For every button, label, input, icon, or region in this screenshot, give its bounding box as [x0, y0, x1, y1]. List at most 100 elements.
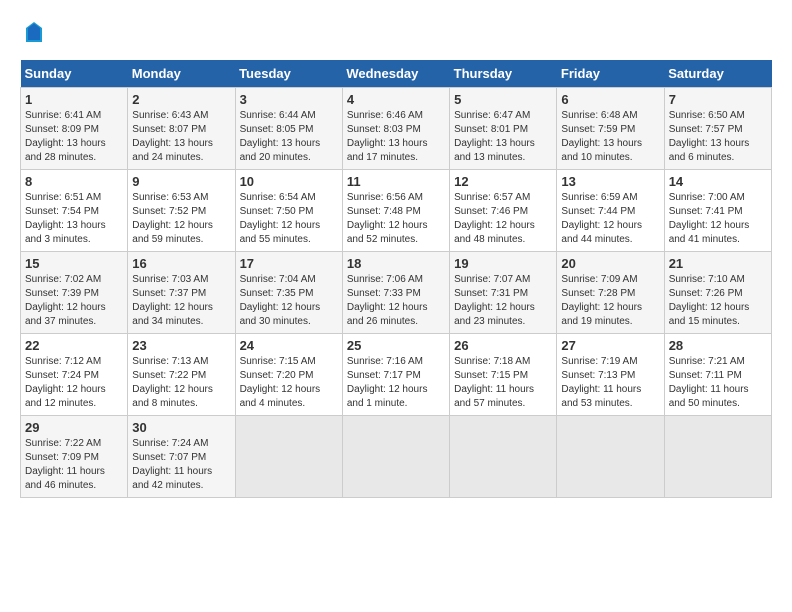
calendar-day-cell	[235, 415, 342, 497]
day-info: Sunrise: 7:02 AM Sunset: 7:39 PM Dayligh…	[25, 273, 123, 329]
calendar-day-cell: 26 Sunrise: 7:18 AM Sunset: 7:15 PM Dayli…	[450, 333, 557, 415]
calendar-day-cell: 11 Sunrise: 6:56 AM Sunset: 7:48 PM Dayli…	[342, 169, 449, 251]
day-number: 17	[240, 256, 338, 271]
calendar-day-cell: 6Sunrise: 6:48 AM Sunset: 7:59 PM Daylig…	[557, 87, 664, 169]
calendar-day-cell: 2 Sunrise: 6:43 AM Sunset: 8:07 PM Daylig…	[128, 87, 235, 169]
calendar-header: Sunday Monday Tuesday Wednesday Thursday…	[21, 60, 772, 88]
day-info: Sunrise: 6:53 AM Sunset: 7:52 PM Dayligh…	[132, 191, 230, 247]
calendar-day-cell: 7 Sunrise: 6:50 AM Sunset: 7:57 PM Daylig…	[664, 87, 771, 169]
calendar-week-row: 22 Sunrise: 7:12 AM Sunset: 7:24 PM Dayli…	[21, 333, 772, 415]
day-info: Sunrise: 7:00 AM Sunset: 7:41 PM Dayligh…	[669, 191, 767, 247]
day-number: 8	[25, 174, 123, 189]
day-info: Sunrise: 6:43 AM Sunset: 8:07 PM Dayligh…	[132, 109, 230, 165]
calendar-day-cell: 14 Sunrise: 7:00 AM Sunset: 7:41 PM Dayli…	[664, 169, 771, 251]
calendar-day-cell	[664, 415, 771, 497]
day-number: 26	[454, 338, 552, 353]
day-info: Sunrise: 6:56 AM Sunset: 7:48 PM Dayligh…	[347, 191, 445, 247]
day-info: Sunrise: 7:19 AM Sunset: 7:13 PM Dayligh…	[561, 355, 659, 411]
day-number: 11	[347, 174, 445, 189]
calendar-day-cell: 17Sunrise: 7:04 AM Sunset: 7:35 PM Dayli…	[235, 251, 342, 333]
calendar-day-cell: 23Sunrise: 7:13 AM Sunset: 7:22 PM Dayli…	[128, 333, 235, 415]
day-info: Sunrise: 7:10 AM Sunset: 7:26 PM Dayligh…	[669, 273, 767, 329]
day-number: 22	[25, 338, 123, 353]
calendar-week-row: 15Sunrise: 7:02 AM Sunset: 7:39 PM Dayli…	[21, 251, 772, 333]
day-info: Sunrise: 7:12 AM Sunset: 7:24 PM Dayligh…	[25, 355, 123, 411]
calendar-day-cell: 9Sunrise: 6:53 AM Sunset: 7:52 PM Daylig…	[128, 169, 235, 251]
calendar-week-row: 8 Sunrise: 6:51 AM Sunset: 7:54 PM Daylig…	[21, 169, 772, 251]
day-number: 2	[132, 92, 230, 107]
day-number: 28	[669, 338, 767, 353]
day-info: Sunrise: 7:21 AM Sunset: 7:11 PM Dayligh…	[669, 355, 767, 411]
calendar-day-cell: 28 Sunrise: 7:21 AM Sunset: 7:11 PM Dayli…	[664, 333, 771, 415]
day-number: 21	[669, 256, 767, 271]
day-info: Sunrise: 7:18 AM Sunset: 7:15 PM Dayligh…	[454, 355, 552, 411]
day-number: 5	[454, 92, 552, 107]
calendar-day-cell: 30 Sunrise: 7:24 AM Sunset: 7:07 PM Dayli…	[128, 415, 235, 497]
calendar-day-cell: 22 Sunrise: 7:12 AM Sunset: 7:24 PM Dayli…	[21, 333, 128, 415]
day-info: Sunrise: 7:24 AM Sunset: 7:07 PM Dayligh…	[132, 437, 230, 493]
calendar-day-cell	[557, 415, 664, 497]
col-sunday: Sunday	[21, 60, 128, 88]
calendar-day-cell: 25Sunrise: 7:16 AM Sunset: 7:17 PM Dayli…	[342, 333, 449, 415]
logo	[20, 20, 46, 50]
day-info: Sunrise: 6:44 AM Sunset: 8:05 PM Dayligh…	[240, 109, 338, 165]
day-info: Sunrise: 7:22 AM Sunset: 7:09 PM Dayligh…	[25, 437, 123, 493]
page-header	[20, 20, 772, 50]
day-info: Sunrise: 7:07 AM Sunset: 7:31 PM Dayligh…	[454, 273, 552, 329]
day-info: Sunrise: 6:54 AM Sunset: 7:50 PM Dayligh…	[240, 191, 338, 247]
col-saturday: Saturday	[664, 60, 771, 88]
day-info: Sunrise: 6:46 AM Sunset: 8:03 PM Dayligh…	[347, 109, 445, 165]
calendar-day-cell	[342, 415, 449, 497]
calendar-day-cell: 1Sunrise: 6:41 AM Sunset: 8:09 PM Daylig…	[21, 87, 128, 169]
day-info: Sunrise: 6:48 AM Sunset: 7:59 PM Dayligh…	[561, 109, 659, 165]
calendar-day-cell: 4 Sunrise: 6:46 AM Sunset: 8:03 PM Daylig…	[342, 87, 449, 169]
day-info: Sunrise: 6:57 AM Sunset: 7:46 PM Dayligh…	[454, 191, 552, 247]
day-info: Sunrise: 7:03 AM Sunset: 7:37 PM Dayligh…	[132, 273, 230, 329]
calendar-day-cell: 16 Sunrise: 7:03 AM Sunset: 7:37 PM Dayli…	[128, 251, 235, 333]
calendar-day-cell: 12 Sunrise: 6:57 AM Sunset: 7:46 PM Dayli…	[450, 169, 557, 251]
calendar-day-cell: 10 Sunrise: 6:54 AM Sunset: 7:50 PM Dayli…	[235, 169, 342, 251]
calendar-day-cell: 20 Sunrise: 7:09 AM Sunset: 7:28 PM Dayli…	[557, 251, 664, 333]
day-info: Sunrise: 7:15 AM Sunset: 7:20 PM Dayligh…	[240, 355, 338, 411]
calendar-day-cell: 3 Sunrise: 6:44 AM Sunset: 8:05 PM Daylig…	[235, 87, 342, 169]
col-wednesday: Wednesday	[342, 60, 449, 88]
day-info: Sunrise: 6:50 AM Sunset: 7:57 PM Dayligh…	[669, 109, 767, 165]
calendar-day-cell: 24 Sunrise: 7:15 AM Sunset: 7:20 PM Dayli…	[235, 333, 342, 415]
day-number: 29	[25, 420, 123, 435]
calendar-day-cell: 8 Sunrise: 6:51 AM Sunset: 7:54 PM Daylig…	[21, 169, 128, 251]
calendar-day-cell: 13 Sunrise: 6:59 AM Sunset: 7:44 PM Dayli…	[557, 169, 664, 251]
day-number: 7	[669, 92, 767, 107]
day-number: 4	[347, 92, 445, 107]
col-friday: Friday	[557, 60, 664, 88]
calendar-day-cell: 5Sunrise: 6:47 AM Sunset: 8:01 PM Daylig…	[450, 87, 557, 169]
day-number: 19	[454, 256, 552, 271]
calendar-table: Sunday Monday Tuesday Wednesday Thursday…	[20, 60, 772, 498]
day-info: Sunrise: 7:09 AM Sunset: 7:28 PM Dayligh…	[561, 273, 659, 329]
day-info: Sunrise: 6:59 AM Sunset: 7:44 PM Dayligh…	[561, 191, 659, 247]
col-thursday: Thursday	[450, 60, 557, 88]
col-monday: Monday	[128, 60, 235, 88]
day-info: Sunrise: 7:13 AM Sunset: 7:22 PM Dayligh…	[132, 355, 230, 411]
day-info: Sunrise: 7:06 AM Sunset: 7:33 PM Dayligh…	[347, 273, 445, 329]
day-number: 14	[669, 174, 767, 189]
calendar-day-cell: 18Sunrise: 7:06 AM Sunset: 7:33 PM Dayli…	[342, 251, 449, 333]
col-tuesday: Tuesday	[235, 60, 342, 88]
calendar-day-cell: 27 Sunrise: 7:19 AM Sunset: 7:13 PM Dayli…	[557, 333, 664, 415]
calendar-day-cell: 21 Sunrise: 7:10 AM Sunset: 7:26 PM Dayli…	[664, 251, 771, 333]
day-number: 10	[240, 174, 338, 189]
day-number: 3	[240, 92, 338, 107]
day-number: 24	[240, 338, 338, 353]
day-number: 12	[454, 174, 552, 189]
calendar-day-cell: 19 Sunrise: 7:07 AM Sunset: 7:31 PM Dayli…	[450, 251, 557, 333]
day-info: Sunrise: 6:41 AM Sunset: 8:09 PM Dayligh…	[25, 109, 123, 165]
day-number: 30	[132, 420, 230, 435]
day-number: 16	[132, 256, 230, 271]
day-number: 20	[561, 256, 659, 271]
calendar-week-row: 29 Sunrise: 7:22 AM Sunset: 7:09 PM Dayli…	[21, 415, 772, 497]
day-info: Sunrise: 6:51 AM Sunset: 7:54 PM Dayligh…	[25, 191, 123, 247]
day-number: 13	[561, 174, 659, 189]
calendar-day-cell	[450, 415, 557, 497]
day-number: 27	[561, 338, 659, 353]
day-info: Sunrise: 7:16 AM Sunset: 7:17 PM Dayligh…	[347, 355, 445, 411]
calendar-day-cell: 15Sunrise: 7:02 AM Sunset: 7:39 PM Dayli…	[21, 251, 128, 333]
